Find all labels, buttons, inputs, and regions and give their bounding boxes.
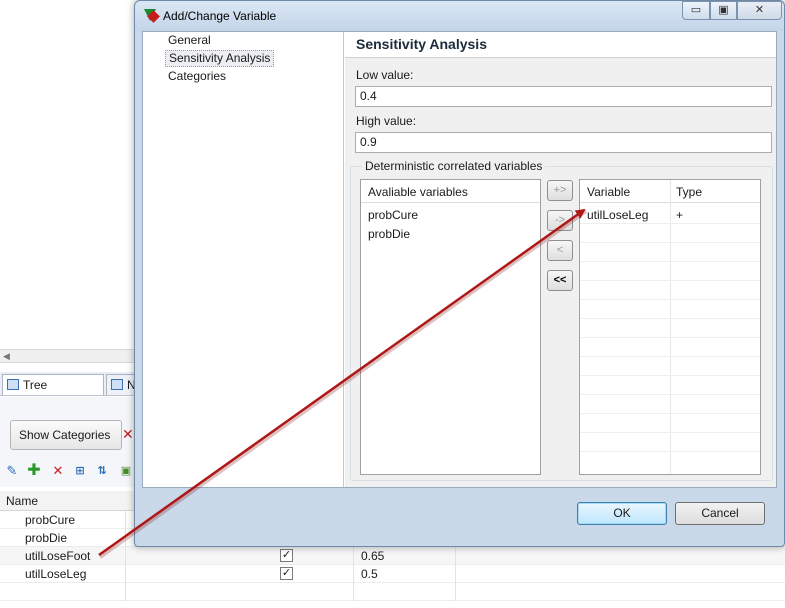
row-name: probDie (25, 531, 68, 545)
export-icon[interactable]: ▣ (118, 463, 134, 479)
settings-nav: General Sensitivity Analysis Categories (143, 32, 344, 487)
row-name: probCure (25, 513, 76, 527)
high-value-label: High value: (356, 114, 417, 128)
high-value-input[interactable]: 0.9 (355, 132, 772, 153)
remove-button[interactable]: < (547, 240, 573, 261)
app-logo-icon (143, 8, 160, 24)
add-negative-button[interactable]: -> (547, 210, 573, 231)
column-type[interactable]: Type (676, 185, 702, 199)
ok-button[interactable]: OK (577, 502, 667, 525)
sort-icon[interactable]: ⇅ (94, 463, 110, 479)
add-positive-button[interactable]: +> (547, 180, 573, 201)
tab-tree-properties[interactable]: Tree Properties (2, 374, 104, 412)
table-row-empty (0, 583, 785, 601)
dialog-client-area: General Sensitivity Analysis Categories … (142, 31, 777, 488)
table-row[interactable]: utilLoseFoot ✓ 0.65 (0, 547, 785, 565)
scroll-left-arrow-icon[interactable]: ◀ (3, 350, 10, 363)
tab-icon (111, 379, 123, 390)
available-variables-header: Avaliable variables (361, 180, 540, 203)
low-value-label: Low value: (356, 68, 414, 82)
horizontal-scrollbar[interactable]: ◀ (0, 349, 140, 363)
nav-item-general[interactable]: General (165, 33, 214, 50)
minimize-button[interactable]: ▭ (682, 1, 710, 20)
sensitivity-panel: Sensitivity Analysis Low value: 0.4 High… (345, 32, 776, 487)
edit-pencil-icon[interactable]: ✎ (4, 463, 20, 479)
row-checkbox[interactable]: ✓ (280, 567, 293, 580)
grid-cell-variable[interactable]: utilLoseLeg (587, 208, 648, 222)
grid-cell-type[interactable]: + (676, 208, 683, 222)
variables-toolbar: ✎ ✚ ✕ ⊞ ⇅ ▣ (4, 463, 144, 481)
tree-structure-icon[interactable]: ⊞ (72, 463, 88, 479)
remove-icon[interactable]: ✕ (50, 463, 66, 479)
column-name[interactable]: Name (6, 494, 38, 508)
dialog-title: Add/Change Variable (163, 9, 277, 23)
row-value: 0.5 (361, 567, 378, 581)
group-title: Deterministic correlated variables (362, 159, 546, 173)
section-header: Sensitivity Analysis (345, 32, 776, 58)
delete-icon[interactable]: ✕ (122, 426, 134, 443)
dialog-titlebar[interactable]: Add/Change Variable ▭ ▣ ✕ (135, 1, 784, 31)
row-name: utilLoseLeg (25, 567, 87, 581)
nav-item-sensitivity-analysis[interactable]: Sensitivity Analysis (165, 50, 275, 67)
maximize-button[interactable]: ▣ (710, 1, 737, 20)
row-value: 0.65 (361, 549, 385, 563)
nav-item-categories[interactable]: Categories (165, 69, 229, 86)
tree-properties-icon (7, 379, 19, 390)
close-button[interactable]: ✕ (737, 1, 782, 20)
show-categories-button[interactable]: Show Categories (10, 420, 122, 450)
row-name: utilLoseFoot (25, 549, 91, 563)
add-change-variable-dialog: Add/Change Variable ▭ ▣ ✕ General Sensit… (134, 0, 785, 547)
section-title: Sensitivity Analysis (356, 36, 487, 52)
list-item[interactable]: probCure (361, 206, 540, 225)
available-variables-list[interactable]: Avaliable variables probCure probDie (360, 179, 541, 475)
table-row[interactable]: utilLoseLeg ✓ 0.5 (0, 565, 785, 583)
column-variable[interactable]: Variable (587, 185, 630, 199)
list-item[interactable]: probDie (361, 225, 540, 244)
row-checkbox[interactable]: ✓ (280, 549, 293, 562)
remove-all-button[interactable]: << (547, 270, 573, 291)
view-tabs: Tree Properties N (0, 372, 140, 412)
low-value-input[interactable]: 0.4 (355, 86, 772, 107)
cancel-button[interactable]: Cancel (675, 502, 765, 525)
add-icon[interactable]: ✚ (26, 463, 42, 479)
selected-variables-table[interactable]: Variable Type utilLoseLeg + (579, 179, 761, 475)
